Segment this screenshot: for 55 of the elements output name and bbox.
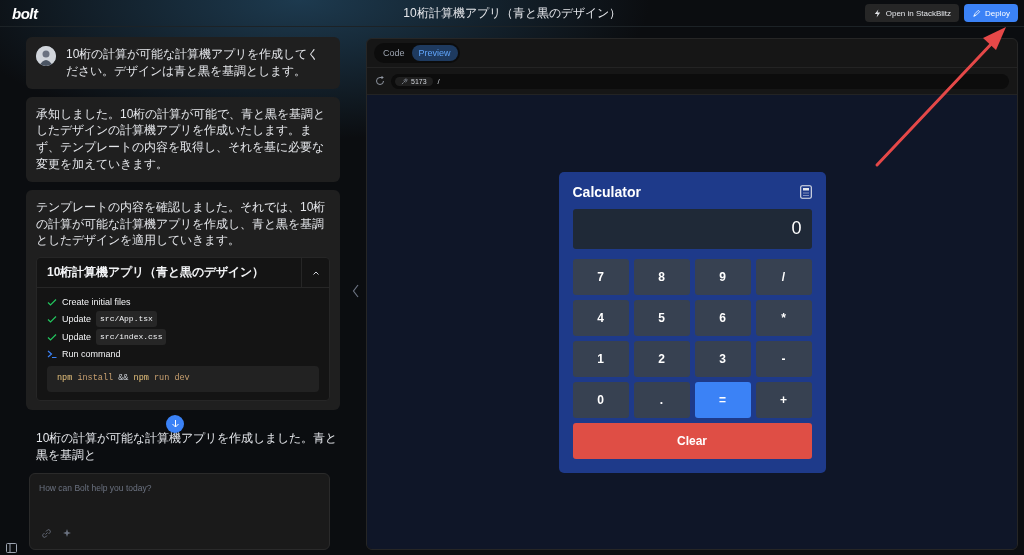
scroll-down-button[interactable] — [166, 414, 184, 433]
calculator-key[interactable]: 7 — [572, 258, 629, 295]
check-icon — [47, 296, 57, 307]
open-button[interactable]: Open in StackBlitz — [864, 4, 960, 22]
calculator-key[interactable]: 1 — [572, 340, 629, 377]
url-path: / — [437, 76, 440, 86]
terminal-icon — [47, 348, 57, 359]
view-tab[interactable]: Preview — [411, 45, 458, 61]
command-code: npm install && npm run dev — [47, 365, 319, 392]
sidebar-toggle-icon[interactable] — [6, 543, 17, 553]
link-icon[interactable] — [41, 528, 52, 539]
calculator-key[interactable]: 3 — [694, 340, 751, 377]
calculator-title: Calculator — [572, 183, 641, 200]
view-tab[interactable]: Code — [376, 45, 412, 61]
message-text: テンプレートの内容を確認しました。それでは、10桁の計算が可能な計算機アプリを作成し、青と黒を基調としたデザインを適用していきます。 — [36, 199, 326, 248]
avatar — [36, 46, 56, 66]
calculator-key[interactable]: / — [755, 258, 812, 295]
calculator-icon — [799, 184, 812, 199]
sparkle-icon[interactable] — [62, 528, 73, 539]
message-text: 承知しました。10桁の計算が可能で、青と黒を基調としたデザインの計算機アプリを作成いたします。まず、テンプレートの内容を取得し、それを基に必要な変更を加えていきます。 — [36, 106, 326, 171]
project-title: 10桁計算機アプリ（青と黒のデザイン） — [403, 5, 621, 20]
calculator-key[interactable]: 9 — [694, 258, 751, 295]
check-icon — [47, 313, 57, 324]
step-label: Run command — [62, 347, 121, 361]
logo[interactable]: bolt — [12, 4, 38, 22]
artifact-title: 10桁計算機アプリ（青と黒のデザイン） — [46, 264, 266, 282]
file-path: src/index.css — [96, 328, 167, 345]
calculator-key[interactable]: 4 — [572, 299, 629, 336]
calculator-key[interactable]: . — [633, 381, 690, 418]
calculator-key[interactable]: 8 — [633, 258, 690, 295]
deploy-button[interactable]: Deploy — [964, 4, 1018, 22]
step-label: Update — [62, 312, 92, 326]
message-text: 10桁の計算が可能な計算機アプリを作成しました。青と黒を基調と — [36, 430, 338, 462]
calculator-key[interactable]: 0 — [572, 381, 629, 418]
plug-icon — [401, 77, 408, 85]
message-text: 10桁の計算が可能な計算機アプリを作成してください。デザインは青と黒を基調とします。 — [66, 46, 321, 80]
calculator-key[interactable]: + — [755, 381, 812, 418]
calculator-key[interactable]: - — [755, 340, 812, 377]
calculator-key[interactable]: 2 — [633, 340, 690, 377]
calculator-key[interactable]: * — [755, 299, 812, 336]
reload-icon[interactable] — [375, 76, 385, 86]
equals-key[interactable]: = — [694, 381, 751, 418]
step-label: Create initial files — [62, 295, 131, 309]
step-label: Update — [62, 330, 92, 344]
lightning-icon — [872, 8, 882, 18]
check-icon — [47, 331, 57, 342]
calculator-key[interactable]: 5 — [633, 299, 690, 336]
calculator-display: 0 — [572, 208, 812, 249]
prompt-field[interactable]: How can Bolt help you today? — [29, 473, 330, 550]
arrow-down-icon — [170, 419, 180, 429]
prompt-input[interactable]: How can Bolt help you today? — [30, 474, 329, 520]
file-path: src/App.tsx — [96, 310, 157, 327]
calculator-key[interactable]: 6 — [694, 299, 751, 336]
chevron-left-icon[interactable] — [352, 284, 360, 298]
clear-button[interactable]: Clear — [572, 422, 812, 459]
